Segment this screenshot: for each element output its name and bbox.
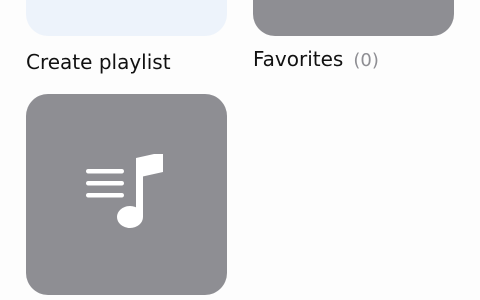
playlist-music-icon xyxy=(85,153,163,228)
favorites-count: (0) xyxy=(353,50,379,71)
playlists-grid: Create playlist Favorites (0) xyxy=(0,0,480,300)
create-playlist-tile[interactable] xyxy=(26,0,227,36)
favorites-caption[interactable]: Favorites (0) xyxy=(253,47,379,73)
favorites-tile[interactable] xyxy=(253,0,454,36)
favorites-label: Favorites xyxy=(253,47,344,71)
create-playlist-label[interactable]: Create playlist xyxy=(26,50,171,74)
playlist-tile[interactable] xyxy=(26,94,227,295)
